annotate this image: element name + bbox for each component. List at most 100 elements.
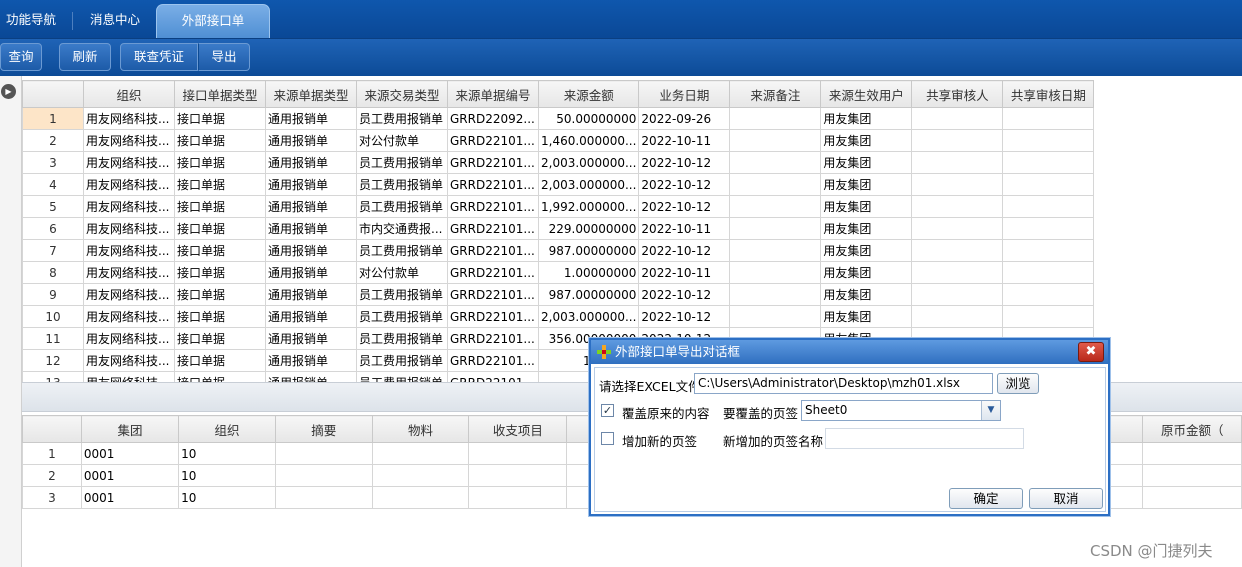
table-cell[interactable]: 接口单据 bbox=[174, 349, 266, 372]
table-cell[interactable]: 接口单据 bbox=[174, 151, 266, 174]
table-cell[interactable]: GRRD22101... bbox=[447, 129, 539, 152]
table-cell[interactable]: 2,003.000000... bbox=[537, 173, 640, 196]
table-cell[interactable]: 用友网络科技... bbox=[83, 195, 175, 218]
table-cell[interactable] bbox=[911, 261, 1004, 284]
table-cell[interactable]: 员工费用报销单 bbox=[356, 371, 448, 382]
file-path-input[interactable]: C:\Users\Administrator\Desktop\mzh01.xls… bbox=[694, 373, 993, 394]
table-cell[interactable]: 2022-10-12 bbox=[638, 305, 731, 328]
table-cell[interactable]: GRRD22101... bbox=[447, 195, 539, 218]
row-number[interactable]: 4 bbox=[22, 173, 84, 196]
table-cell[interactable] bbox=[729, 217, 822, 240]
table-cell[interactable] bbox=[729, 129, 822, 152]
table-cell[interactable] bbox=[911, 305, 1004, 328]
row-number[interactable]: 13 bbox=[22, 371, 84, 382]
table-cell[interactable]: 通用报销单 bbox=[265, 261, 357, 284]
overwrite-checkbox[interactable]: ✓ bbox=[601, 404, 614, 417]
table-cell[interactable]: 用友网络科技... bbox=[83, 129, 175, 152]
column-header[interactable]: 来源单据编号 bbox=[447, 80, 539, 108]
table-cell[interactable]: 987.00000000 bbox=[537, 283, 640, 306]
table-cell[interactable]: 员工费用报销单 bbox=[356, 107, 448, 130]
table-cell[interactable]: GRRD22101... bbox=[447, 283, 539, 306]
table-cell[interactable] bbox=[1002, 173, 1095, 196]
row-number[interactable]: 3 bbox=[22, 151, 84, 174]
table-cell[interactable]: 通用报销单 bbox=[265, 371, 357, 382]
table-cell[interactable]: 市内交通费报... bbox=[356, 217, 448, 240]
table-cell[interactable] bbox=[1002, 239, 1095, 262]
table-cell[interactable]: 2022-09-26 bbox=[638, 107, 731, 130]
table-row[interactable]: 7 用友网络科技... 接口单据 通用报销单 员工费用报销单 GRRD22101... 98… bbox=[22, 239, 1095, 262]
table-cell[interactable] bbox=[1142, 442, 1242, 465]
table-cell[interactable] bbox=[911, 217, 1004, 240]
table-cell[interactable] bbox=[274, 442, 373, 465]
table-cell[interactable] bbox=[911, 239, 1004, 262]
table-cell[interactable]: 员工费用报销单 bbox=[356, 349, 448, 372]
table-cell[interactable]: GRRD22101... bbox=[447, 173, 539, 196]
refresh-button[interactable]: 刷新 bbox=[59, 43, 111, 71]
table-cell[interactable]: GRRD22101... bbox=[447, 371, 539, 382]
table-cell[interactable]: 接口单据 bbox=[174, 239, 266, 262]
table-cell[interactable]: 接口单据 bbox=[174, 217, 266, 240]
browse-button[interactable]: 浏览 bbox=[997, 373, 1039, 394]
table-cell[interactable]: 接口单据 bbox=[174, 327, 266, 350]
table-cell[interactable] bbox=[729, 107, 822, 130]
table-row[interactable]: 6 用友网络科技... 接口单据 通用报销单 市内交通费报... GRRD22101...… bbox=[22, 217, 1095, 240]
table-row[interactable]: 2 用友网络科技... 接口单据 通用报销单 对公付款单 GRRD22101... 1,46… bbox=[22, 129, 1095, 152]
table-row[interactable]: 9 用友网络科技... 接口单据 通用报销单 员工费用报销单 GRRD22101... 98… bbox=[22, 283, 1095, 306]
table-cell[interactable]: 员工费用报销单 bbox=[356, 305, 448, 328]
linked-voucher-button[interactable]: 联查凭证 bbox=[120, 43, 198, 71]
table-cell[interactable]: GRRD22101... bbox=[447, 217, 539, 240]
table-cell[interactable]: 用友网络科技... bbox=[83, 371, 175, 382]
table-cell[interactable] bbox=[468, 486, 568, 509]
table-cell[interactable]: 员工费用报销单 bbox=[356, 239, 448, 262]
row-number[interactable]: 11 bbox=[22, 327, 84, 350]
row-number[interactable]: 7 bbox=[22, 239, 84, 262]
table-row[interactable]: 10 用友网络科技... 接口单据 通用报销单 员工费用报销单 GRRD22101... 2… bbox=[22, 305, 1095, 328]
table-cell[interactable] bbox=[1002, 107, 1095, 130]
table-cell[interactable]: 员工费用报销单 bbox=[356, 151, 448, 174]
row-number[interactable]: 2 bbox=[22, 129, 84, 152]
table-cell[interactable]: 用友集团 bbox=[820, 151, 913, 174]
table-cell[interactable] bbox=[729, 305, 822, 328]
table-cell[interactable] bbox=[729, 151, 822, 174]
table-cell[interactable]: 2022-10-11 bbox=[638, 129, 731, 152]
table-cell[interactable]: 1.00000000 bbox=[537, 261, 640, 284]
table-cell[interactable]: 2022-10-11 bbox=[638, 261, 731, 284]
table-row[interactable]: 1 用友网络科技... 接口单据 通用报销单 员工费用报销单 GRRD22092... 50… bbox=[22, 107, 1095, 130]
table-cell[interactable] bbox=[1002, 195, 1095, 218]
table-cell[interactable]: 用友网络科技... bbox=[83, 261, 175, 284]
table-cell[interactable]: 对公付款单 bbox=[356, 261, 448, 284]
table-cell[interactable]: GRRD22101... bbox=[447, 349, 539, 372]
table-cell[interactable] bbox=[911, 173, 1004, 196]
table-cell[interactable]: 通用报销单 bbox=[265, 239, 357, 262]
table-row[interactable]: 4 用友网络科技... 接口单据 通用报销单 员工费用报销单 GRRD22101... 2,… bbox=[22, 173, 1095, 196]
table-cell[interactable] bbox=[911, 283, 1004, 306]
table-cell[interactable]: 通用报销单 bbox=[265, 305, 357, 328]
table-cell[interactable]: 2,003.000000... bbox=[537, 151, 640, 174]
table-cell[interactable]: 用友网络科技... bbox=[83, 151, 175, 174]
column-header[interactable]: 接口单据类型 bbox=[174, 80, 266, 108]
column-header[interactable]: 组织 bbox=[178, 415, 276, 443]
table-cell[interactable] bbox=[729, 283, 822, 306]
table-row[interactable]: 5 用友网络科技... 接口单据 通用报销单 员工费用报销单 GRRD22101... 1,… bbox=[22, 195, 1095, 218]
row-number[interactable]: 1 bbox=[22, 107, 84, 130]
table-cell[interactable]: 用友网络科技... bbox=[83, 349, 175, 372]
table-cell[interactable]: 0001 bbox=[80, 464, 180, 487]
table-row[interactable]: 8 用友网络科技... 接口单据 通用报销单 对公付款单 GRRD22101... 1.00… bbox=[22, 261, 1095, 284]
table-cell[interactable] bbox=[729, 195, 822, 218]
column-header[interactable]: 来源单据类型 bbox=[265, 80, 357, 108]
table-cell[interactable] bbox=[729, 261, 822, 284]
table-cell[interactable]: GRRD22092... bbox=[447, 107, 539, 130]
table-cell[interactable]: 用友网络科技... bbox=[83, 283, 175, 306]
table-cell[interactable]: 通用报销单 bbox=[265, 107, 357, 130]
row-number[interactable]: 2 bbox=[22, 464, 82, 487]
table-cell[interactable]: 2,003.000000... bbox=[537, 305, 640, 328]
sheet-select[interactable]: Sheet0 ▼ bbox=[801, 400, 1001, 421]
table-cell[interactable] bbox=[911, 195, 1004, 218]
table-cell[interactable]: 用友网络科技... bbox=[83, 239, 175, 262]
column-header[interactable]: 共享审核日期 bbox=[1002, 80, 1095, 108]
column-header[interactable]: 物料 bbox=[371, 415, 470, 443]
table-cell[interactable]: 10 bbox=[178, 464, 276, 487]
dialog-title-bar[interactable]: 外部接口单导出对话框 ✖ bbox=[591, 340, 1108, 364]
table-cell[interactable] bbox=[371, 486, 470, 509]
table-cell[interactable]: 接口单据 bbox=[174, 129, 266, 152]
